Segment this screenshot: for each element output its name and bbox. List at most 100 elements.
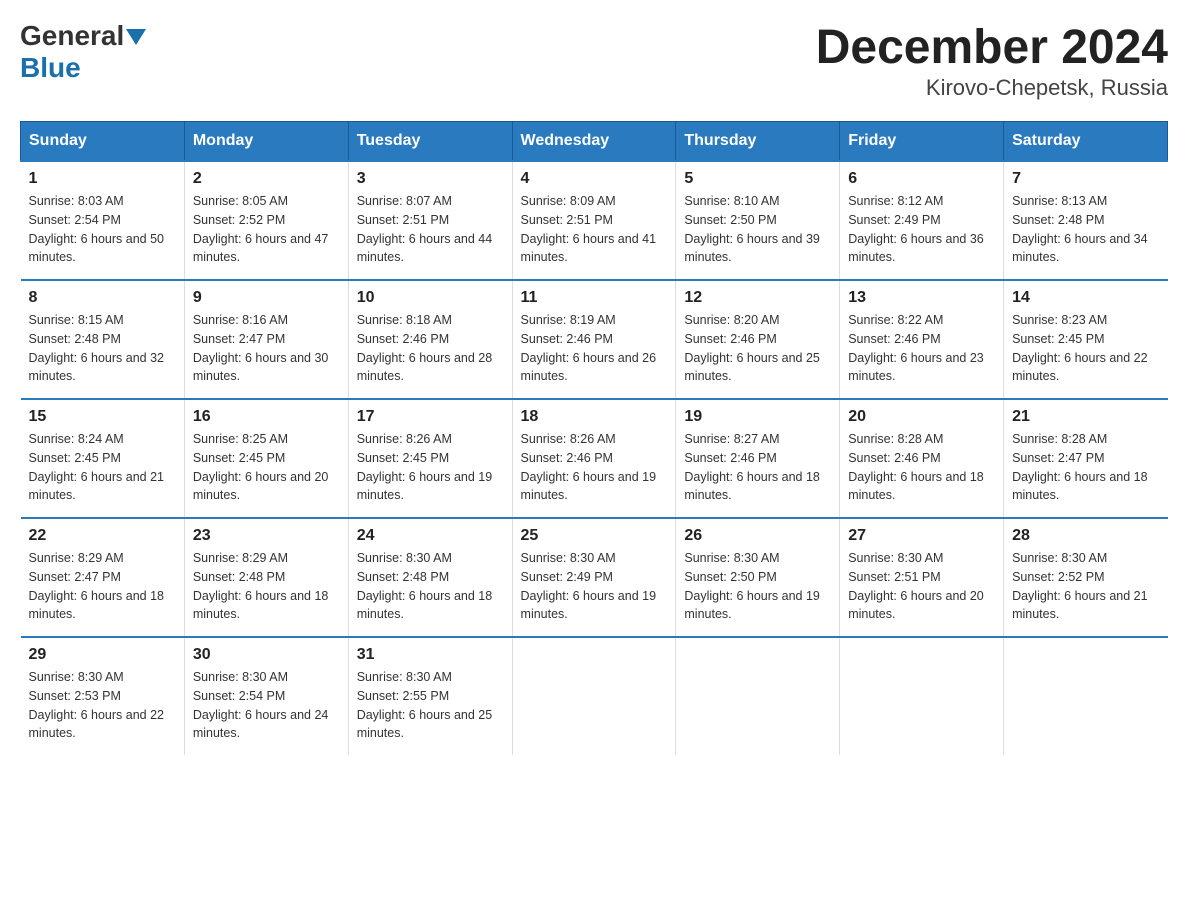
table-row — [676, 637, 840, 755]
day-number: 9 — [193, 289, 340, 307]
sunset-text: Sunset: 2:52 PM — [193, 213, 285, 227]
logo-blue-text: Blue — [20, 52, 81, 84]
table-row: 7 Sunrise: 8:13 AM Sunset: 2:48 PM Dayli… — [1004, 161, 1168, 280]
day-number: 6 — [848, 170, 995, 188]
sunrise-text: Sunrise: 8:13 AM — [1012, 194, 1107, 208]
sunset-text: Sunset: 2:47 PM — [193, 332, 285, 346]
day-number: 1 — [29, 170, 176, 188]
daylight-text: Daylight: 6 hours and 24 minutes. — [193, 708, 329, 741]
day-number: 8 — [29, 289, 176, 307]
day-info: Sunrise: 8:20 AM Sunset: 2:46 PM Dayligh… — [684, 311, 831, 386]
sunset-text: Sunset: 2:51 PM — [848, 570, 940, 584]
sunrise-text: Sunrise: 8:28 AM — [1012, 432, 1107, 446]
day-info: Sunrise: 8:25 AM Sunset: 2:45 PM Dayligh… — [193, 430, 340, 505]
daylight-text: Daylight: 6 hours and 18 minutes. — [357, 589, 493, 622]
day-number: 4 — [521, 170, 668, 188]
day-info: Sunrise: 8:18 AM Sunset: 2:46 PM Dayligh… — [357, 311, 504, 386]
sunrise-text: Sunrise: 8:25 AM — [193, 432, 288, 446]
daylight-text: Daylight: 6 hours and 30 minutes. — [193, 351, 329, 384]
sunset-text: Sunset: 2:53 PM — [29, 689, 121, 703]
sunset-text: Sunset: 2:48 PM — [193, 570, 285, 584]
day-info: Sunrise: 8:03 AM Sunset: 2:54 PM Dayligh… — [29, 192, 176, 267]
daylight-text: Daylight: 6 hours and 26 minutes. — [521, 351, 657, 384]
col-monday: Monday — [184, 122, 348, 162]
sunrise-text: Sunrise: 8:07 AM — [357, 194, 452, 208]
day-info: Sunrise: 8:07 AM Sunset: 2:51 PM Dayligh… — [357, 192, 504, 267]
day-info: Sunrise: 8:16 AM Sunset: 2:47 PM Dayligh… — [193, 311, 340, 386]
daylight-text: Daylight: 6 hours and 19 minutes. — [357, 470, 493, 503]
table-row: 15 Sunrise: 8:24 AM Sunset: 2:45 PM Dayl… — [21, 399, 185, 518]
day-info: Sunrise: 8:30 AM Sunset: 2:50 PM Dayligh… — [684, 549, 831, 624]
day-info: Sunrise: 8:13 AM Sunset: 2:48 PM Dayligh… — [1012, 192, 1159, 267]
table-row: 8 Sunrise: 8:15 AM Sunset: 2:48 PM Dayli… — [21, 280, 185, 399]
logo: General Blue — [20, 20, 146, 84]
daylight-text: Daylight: 6 hours and 18 minutes. — [848, 470, 984, 503]
sunrise-text: Sunrise: 8:28 AM — [848, 432, 943, 446]
sunrise-text: Sunrise: 8:30 AM — [521, 551, 616, 565]
sunrise-text: Sunrise: 8:05 AM — [193, 194, 288, 208]
sunset-text: Sunset: 2:46 PM — [684, 451, 776, 465]
table-row: 25 Sunrise: 8:30 AM Sunset: 2:49 PM Dayl… — [512, 518, 676, 637]
daylight-text: Daylight: 6 hours and 39 minutes. — [684, 232, 820, 265]
daylight-text: Daylight: 6 hours and 18 minutes. — [1012, 470, 1148, 503]
table-row: 27 Sunrise: 8:30 AM Sunset: 2:51 PM Dayl… — [840, 518, 1004, 637]
sunrise-text: Sunrise: 8:12 AM — [848, 194, 943, 208]
daylight-text: Daylight: 6 hours and 28 minutes. — [357, 351, 493, 384]
day-info: Sunrise: 8:15 AM Sunset: 2:48 PM Dayligh… — [29, 311, 176, 386]
day-number: 22 — [29, 527, 176, 545]
daylight-text: Daylight: 6 hours and 25 minutes. — [357, 708, 493, 741]
table-row: 12 Sunrise: 8:20 AM Sunset: 2:46 PM Dayl… — [676, 280, 840, 399]
day-number: 17 — [357, 408, 504, 426]
day-number: 19 — [684, 408, 831, 426]
day-number: 13 — [848, 289, 995, 307]
day-number: 27 — [848, 527, 995, 545]
table-row — [840, 637, 1004, 755]
sunrise-text: Sunrise: 8:30 AM — [357, 551, 452, 565]
table-row: 20 Sunrise: 8:28 AM Sunset: 2:46 PM Dayl… — [840, 399, 1004, 518]
sunrise-text: Sunrise: 8:30 AM — [848, 551, 943, 565]
day-number: 10 — [357, 289, 504, 307]
sunrise-text: Sunrise: 8:03 AM — [29, 194, 124, 208]
sunrise-text: Sunrise: 8:22 AM — [848, 313, 943, 327]
calendar-header-row: Sunday Monday Tuesday Wednesday Thursday… — [21, 122, 1168, 162]
sunrise-text: Sunrise: 8:30 AM — [684, 551, 779, 565]
daylight-text: Daylight: 6 hours and 36 minutes. — [848, 232, 984, 265]
col-wednesday: Wednesday — [512, 122, 676, 162]
location: Kirovo-Chepetsk, Russia — [816, 75, 1168, 101]
table-row: 3 Sunrise: 8:07 AM Sunset: 2:51 PM Dayli… — [348, 161, 512, 280]
day-info: Sunrise: 8:30 AM Sunset: 2:53 PM Dayligh… — [29, 668, 176, 743]
day-number: 29 — [29, 646, 176, 664]
day-info: Sunrise: 8:30 AM Sunset: 2:54 PM Dayligh… — [193, 668, 340, 743]
table-row: 14 Sunrise: 8:23 AM Sunset: 2:45 PM Dayl… — [1004, 280, 1168, 399]
sunrise-text: Sunrise: 8:27 AM — [684, 432, 779, 446]
table-row: 28 Sunrise: 8:30 AM Sunset: 2:52 PM Dayl… — [1004, 518, 1168, 637]
col-friday: Friday — [840, 122, 1004, 162]
day-number: 7 — [1012, 170, 1159, 188]
sunset-text: Sunset: 2:48 PM — [29, 332, 121, 346]
daylight-text: Daylight: 6 hours and 44 minutes. — [357, 232, 493, 265]
daylight-text: Daylight: 6 hours and 19 minutes. — [684, 589, 820, 622]
sunrise-text: Sunrise: 8:26 AM — [521, 432, 616, 446]
table-row: 18 Sunrise: 8:26 AM Sunset: 2:46 PM Dayl… — [512, 399, 676, 518]
day-number: 30 — [193, 646, 340, 664]
day-info: Sunrise: 8:10 AM Sunset: 2:50 PM Dayligh… — [684, 192, 831, 267]
title-area: December 2024 Kirovo-Chepetsk, Russia — [816, 20, 1168, 101]
day-info: Sunrise: 8:29 AM Sunset: 2:47 PM Dayligh… — [29, 549, 176, 624]
sunset-text: Sunset: 2:52 PM — [1012, 570, 1104, 584]
daylight-text: Daylight: 6 hours and 41 minutes. — [521, 232, 657, 265]
table-row: 30 Sunrise: 8:30 AM Sunset: 2:54 PM Dayl… — [184, 637, 348, 755]
day-number: 24 — [357, 527, 504, 545]
sunrise-text: Sunrise: 8:16 AM — [193, 313, 288, 327]
day-number: 16 — [193, 408, 340, 426]
day-info: Sunrise: 8:26 AM Sunset: 2:45 PM Dayligh… — [357, 430, 504, 505]
daylight-text: Daylight: 6 hours and 22 minutes. — [29, 708, 165, 741]
daylight-text: Daylight: 6 hours and 50 minutes. — [29, 232, 165, 265]
sunset-text: Sunset: 2:45 PM — [1012, 332, 1104, 346]
table-row: 24 Sunrise: 8:30 AM Sunset: 2:48 PM Dayl… — [348, 518, 512, 637]
sunrise-text: Sunrise: 8:10 AM — [684, 194, 779, 208]
table-row: 21 Sunrise: 8:28 AM Sunset: 2:47 PM Dayl… — [1004, 399, 1168, 518]
daylight-text: Daylight: 6 hours and 21 minutes. — [29, 470, 165, 503]
sunset-text: Sunset: 2:54 PM — [29, 213, 121, 227]
daylight-text: Daylight: 6 hours and 20 minutes. — [193, 470, 329, 503]
day-info: Sunrise: 8:30 AM Sunset: 2:48 PM Dayligh… — [357, 549, 504, 624]
